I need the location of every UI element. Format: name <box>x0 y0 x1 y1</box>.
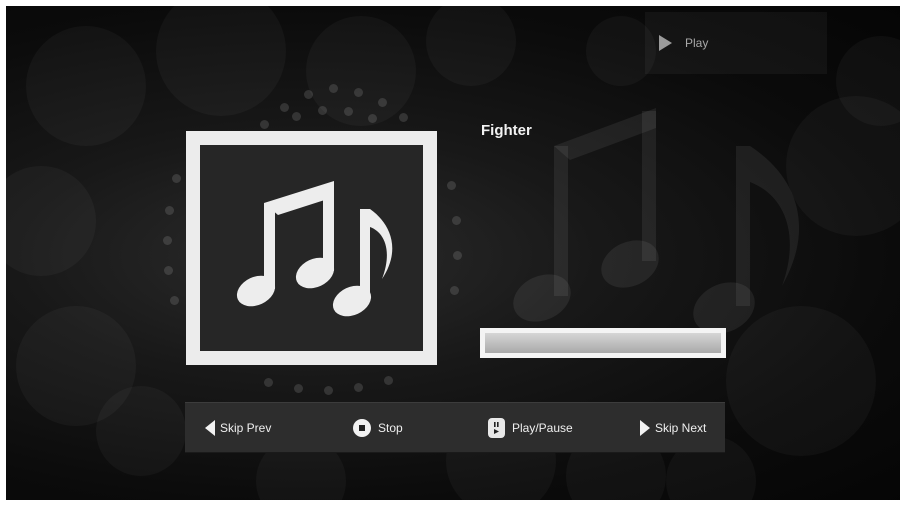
top-play-button[interactable]: Play <box>645 12 827 74</box>
skip-prev-icon <box>205 420 215 436</box>
progress-bar[interactable] <box>480 328 726 358</box>
play-pause-button[interactable]: Play/Pause <box>488 403 573 453</box>
stop-button[interactable]: Stop <box>353 403 403 453</box>
background-music-notes-icon <box>513 108 800 334</box>
track-title: Fighter <box>481 122 532 139</box>
album-art <box>186 131 437 365</box>
top-play-label: Play <box>685 36 709 50</box>
play-pause-label: Play/Pause <box>512 421 573 435</box>
stop-icon <box>353 419 371 437</box>
skip-next-button[interactable]: Skip Next <box>640 403 706 453</box>
skip-prev-label: Skip Prev <box>220 421 272 435</box>
skip-next-icon <box>640 420 650 436</box>
play-icon <box>659 35 672 51</box>
skip-prev-button[interactable]: Skip Prev <box>205 403 271 453</box>
progress-track <box>485 333 721 353</box>
play-pause-icon <box>488 418 505 438</box>
music-player-screen: Play Fighter Skip Prev Stop Play/Pause S… <box>6 6 900 500</box>
control-bar: Skip Prev Stop Play/Pause Skip Next <box>185 402 725 453</box>
stop-label: Stop <box>378 421 403 435</box>
album-art-inner <box>200 145 423 351</box>
music-notes-icon <box>236 181 393 317</box>
skip-next-label: Skip Next <box>655 421 707 435</box>
